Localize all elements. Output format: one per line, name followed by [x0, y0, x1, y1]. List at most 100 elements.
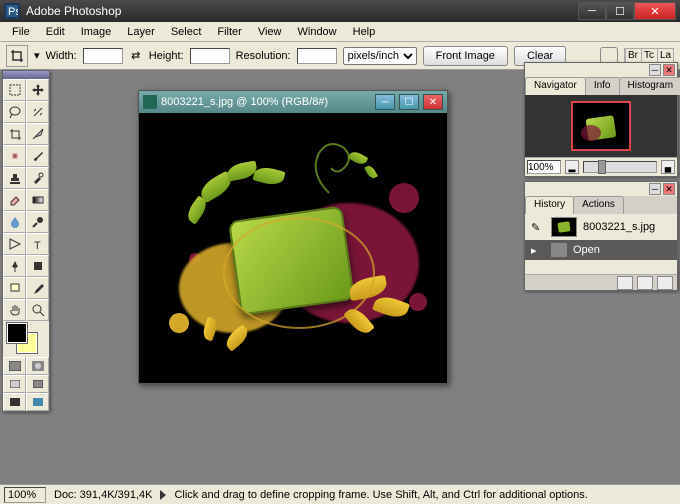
move-tool[interactable]: [26, 79, 49, 101]
doc-close-button[interactable]: ✕: [423, 94, 443, 110]
menu-edit[interactable]: Edit: [38, 24, 73, 40]
right-panels: ─ ✕ Navigator Info Histogram ▂: [524, 62, 678, 291]
gradient-tool[interactable]: [26, 189, 49, 211]
history-step-label: Open: [573, 244, 600, 256]
screen-full-icon[interactable]: [3, 393, 26, 411]
tab-histogram[interactable]: Histogram: [619, 77, 680, 95]
tab-navigator[interactable]: Navigator: [525, 77, 586, 95]
doc-minimize-button[interactable]: ─: [375, 94, 395, 110]
svg-text:Ps: Ps: [8, 6, 18, 17]
front-image-button[interactable]: Front Image: [423, 46, 508, 66]
document-window: 8003221_s.jpg @ 100% (RGB/8#) ─ ☐ ✕: [138, 90, 448, 384]
stub-brushes[interactable]: Br: [625, 49, 641, 62]
healing-tool[interactable]: [3, 145, 26, 167]
tab-history[interactable]: History: [525, 196, 574, 214]
artwork: [139, 113, 447, 383]
palette-stubs: Br Tc La: [624, 48, 674, 63]
navigator-thumbnail: [571, 101, 631, 151]
delete-state-icon[interactable]: [657, 276, 673, 290]
notes-tool[interactable]: [3, 277, 26, 299]
status-doc-size: Doc: 391,4K/391,4K: [54, 489, 152, 501]
document-title: 8003221_s.jpg @ 100% (RGB/8#): [161, 96, 371, 108]
imageready-icon[interactable]: [26, 393, 49, 411]
status-menu-arrow-icon[interactable]: [160, 490, 166, 500]
shape-tool[interactable]: [26, 255, 49, 277]
status-bar: 100% Doc: 391,4K/391,4K Click and drag t…: [0, 484, 680, 504]
menu-image[interactable]: Image: [73, 24, 120, 40]
slice-tool[interactable]: [26, 123, 49, 145]
history-document-row[interactable]: ✎ 8003221_s.jpg: [525, 214, 677, 240]
menu-view[interactable]: View: [250, 24, 290, 40]
history-doc-name: 8003221_s.jpg: [583, 221, 655, 233]
tools-palette: T: [2, 70, 50, 412]
zoom-in-icon[interactable]: ▄: [661, 160, 675, 174]
panel-close-icon[interactable]: ✕: [663, 183, 675, 195]
status-zoom[interactable]: 100%: [4, 487, 46, 503]
units-select[interactable]: pixels/inch: [343, 47, 417, 65]
crop-tool[interactable]: [3, 123, 26, 145]
palette-handle[interactable]: [3, 71, 49, 79]
blur-tool[interactable]: [3, 211, 26, 233]
path-tool[interactable]: [3, 233, 26, 255]
hand-tool[interactable]: [3, 299, 26, 321]
menu-filter[interactable]: Filter: [209, 24, 249, 40]
wand-tool[interactable]: [26, 101, 49, 123]
svg-text:T: T: [34, 240, 41, 251]
canvas[interactable]: [139, 113, 447, 383]
brush-tool[interactable]: [26, 145, 49, 167]
eyedropper-tool[interactable]: [26, 277, 49, 299]
screen-standard-icon[interactable]: [3, 375, 26, 393]
new-document-icon[interactable]: [637, 276, 653, 290]
dodge-tool[interactable]: [26, 211, 49, 233]
panel-minimize-icon[interactable]: ─: [649, 64, 661, 76]
tab-info[interactable]: Info: [585, 77, 620, 95]
stub-layers[interactable]: La: [657, 49, 673, 62]
eraser-tool[interactable]: [3, 189, 26, 211]
marquee-tool[interactable]: [3, 79, 26, 101]
history-step-row[interactable]: ▸ Open: [525, 240, 677, 260]
zoom-out-icon[interactable]: ▂: [565, 160, 579, 174]
height-input[interactable]: [190, 48, 230, 64]
lasso-tool[interactable]: [3, 101, 26, 123]
close-button[interactable]: ✕: [634, 2, 676, 20]
zoom-slider[interactable]: [583, 161, 657, 173]
maximize-button[interactable]: ☐: [606, 2, 634, 20]
history-panel: ─ ✕ History Actions ✎ 8003221_s.jpg ▸: [524, 181, 678, 291]
width-input[interactable]: [83, 48, 123, 64]
panel-minimize-icon[interactable]: ─: [649, 183, 661, 195]
quickmask-mode-icon[interactable]: [26, 357, 49, 375]
standard-mode-icon[interactable]: [3, 357, 26, 375]
document-icon: [143, 95, 157, 109]
tab-actions[interactable]: Actions: [573, 196, 624, 214]
history-brush-source-icon[interactable]: ✎: [531, 221, 545, 234]
dropdown-arrow-icon[interactable]: ▾: [34, 49, 40, 62]
foreground-color[interactable]: [7, 323, 27, 343]
history-thumbnail: [551, 217, 577, 237]
swap-icon[interactable]: ⇄: [129, 49, 143, 62]
type-tool[interactable]: T: [26, 233, 49, 255]
zoom-input[interactable]: [527, 160, 561, 174]
navigator-preview[interactable]: [525, 95, 677, 157]
panel-close-icon[interactable]: ✕: [663, 64, 675, 76]
resolution-input[interactable]: [297, 48, 337, 64]
zoom-tool[interactable]: [26, 299, 49, 321]
pen-tool[interactable]: [3, 255, 26, 277]
app-title: Adobe Photoshop: [26, 4, 578, 18]
menu-select[interactable]: Select: [163, 24, 210, 40]
menu-window[interactable]: Window: [290, 24, 345, 40]
width-label: Width:: [46, 50, 77, 62]
menu-file[interactable]: File: [4, 24, 38, 40]
menu-layer[interactable]: Layer: [119, 24, 163, 40]
stub-toolpresets[interactable]: Tc: [641, 49, 657, 62]
history-brush-tool[interactable]: [26, 167, 49, 189]
new-snapshot-icon[interactable]: [617, 276, 633, 290]
screen-full-menu-icon[interactable]: [26, 375, 49, 393]
status-hint: Click and drag to define cropping frame.…: [174, 489, 587, 501]
document-titlebar[interactable]: 8003221_s.jpg @ 100% (RGB/8#) ─ ☐ ✕: [139, 91, 447, 113]
crop-tool-icon[interactable]: [6, 45, 28, 67]
doc-maximize-button[interactable]: ☐: [399, 94, 419, 110]
workspace: T 8003221_s.jpg @ 100% (RGB/8#) ─: [0, 70, 680, 484]
menu-help[interactable]: Help: [345, 24, 384, 40]
minimize-button[interactable]: ─: [578, 2, 606, 20]
stamp-tool[interactable]: [3, 167, 26, 189]
